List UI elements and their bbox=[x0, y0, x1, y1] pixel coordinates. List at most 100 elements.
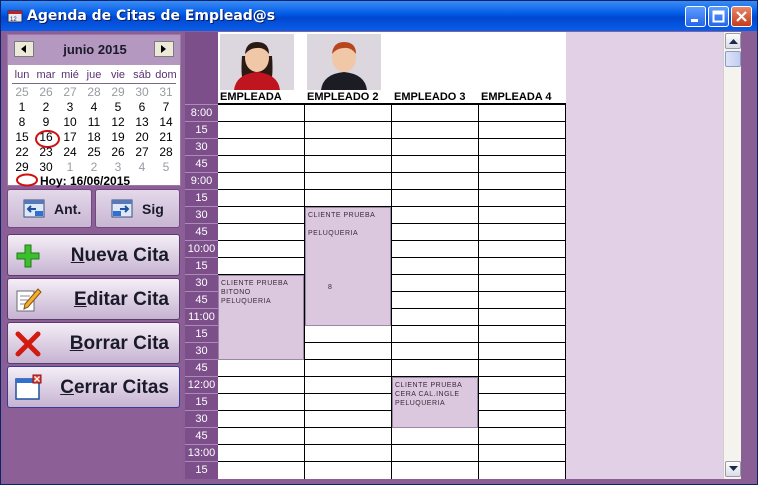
edit-appointment-button[interactable]: Editar Cita bbox=[7, 278, 180, 320]
appointment-block[interactable]: CLIENTE PRUEBA BITONO PELUQUERIA bbox=[218, 275, 304, 360]
calendar-day[interactable]: 29 bbox=[106, 85, 130, 100]
schedule-slot[interactable] bbox=[305, 325, 392, 342]
today-link[interactable]: Hoy: 16/06/2015 bbox=[16, 173, 130, 188]
employee-header[interactable]: EMPLEADA bbox=[218, 32, 305, 104]
schedule-slot[interactable] bbox=[305, 172, 392, 189]
schedule-slot[interactable] bbox=[218, 257, 305, 274]
calendar-day[interactable]: 25 bbox=[10, 85, 34, 100]
calendar-day-today[interactable]: 16 bbox=[34, 130, 60, 148]
schedule-slot[interactable] bbox=[392, 257, 479, 274]
schedule-slot[interactable] bbox=[392, 172, 479, 189]
schedule-slot[interactable] bbox=[392, 444, 479, 461]
schedule-slot[interactable] bbox=[479, 257, 566, 274]
schedule-slot[interactable] bbox=[479, 274, 566, 291]
schedule-slot[interactable] bbox=[218, 427, 305, 444]
schedule-slot[interactable] bbox=[479, 291, 566, 308]
schedule-slot[interactable] bbox=[392, 189, 479, 206]
calendar-day[interactable]: 12 bbox=[106, 115, 130, 130]
schedule-slot[interactable] bbox=[218, 189, 305, 206]
calendar-day[interactable]: 28 bbox=[154, 145, 178, 160]
close-button[interactable] bbox=[731, 6, 752, 27]
schedule-slot[interactable] bbox=[479, 444, 566, 461]
calendar-day[interactable]: 22 bbox=[10, 145, 34, 160]
employee-column[interactable]: EMPLEADO 3 CLIENTE PRUEBA CERA CAL.INGLE PE… bbox=[392, 32, 479, 479]
employee-column[interactable]: EMPLEADA CLIENTE PRUEBA BITONO PELUQUERIA bbox=[218, 32, 305, 479]
new-appointment-button[interactable]: Nueva Cita bbox=[7, 234, 180, 276]
schedule-slot[interactable] bbox=[392, 274, 479, 291]
schedule-slot[interactable] bbox=[218, 359, 305, 376]
calendar-day[interactable]: 31 bbox=[154, 85, 178, 100]
calendar-day[interactable]: 28 bbox=[82, 85, 106, 100]
next-day-button[interactable]: Sig bbox=[95, 189, 180, 228]
calendar-day[interactable]: 21 bbox=[154, 130, 178, 145]
schedule-slot[interactable] bbox=[305, 121, 392, 138]
schedule-slot[interactable] bbox=[218, 240, 305, 257]
schedule-slot[interactable] bbox=[479, 325, 566, 342]
calendar-day[interactable]: 15 bbox=[10, 130, 34, 145]
schedule-slot[interactable] bbox=[218, 223, 305, 240]
scroll-down-button[interactable] bbox=[725, 461, 741, 477]
delete-appointment-button[interactable]: Borrar Cita bbox=[7, 322, 180, 364]
schedule-slot[interactable] bbox=[218, 410, 305, 427]
schedule-slot[interactable] bbox=[479, 138, 566, 155]
employee-column[interactable]: EMPLEADA 4 bbox=[479, 32, 566, 479]
schedule-slot[interactable] bbox=[305, 155, 392, 172]
schedule-slot[interactable] bbox=[218, 461, 305, 478]
calendar-day[interactable]: 6 bbox=[130, 100, 154, 115]
schedule-slot[interactable] bbox=[305, 189, 392, 206]
appointment-block[interactable]: CLIENTE PRUEBA CERA CAL.INGLE PELUQUERIA bbox=[392, 377, 478, 428]
prev-month-button[interactable] bbox=[14, 41, 34, 57]
schedule-slot[interactable] bbox=[479, 240, 566, 257]
schedule-slot[interactable] bbox=[479, 189, 566, 206]
schedule-slot[interactable] bbox=[392, 138, 479, 155]
schedule-slot[interactable] bbox=[479, 104, 566, 121]
schedule-slot[interactable] bbox=[392, 325, 479, 342]
calendar-day[interactable]: 9 bbox=[34, 115, 58, 130]
calendar-day[interactable]: 27 bbox=[130, 145, 154, 160]
employee-column[interactable]: EMPLEADO 2 CLIENTE PRUEBA PELUQUERIA 8 bbox=[305, 32, 392, 479]
calendar-day[interactable]: 11 bbox=[82, 115, 106, 130]
minimize-button[interactable] bbox=[685, 6, 706, 27]
calendar-day[interactable]: 18 bbox=[82, 130, 106, 145]
schedule-slot[interactable] bbox=[305, 104, 392, 121]
schedule-slot[interactable] bbox=[392, 427, 479, 444]
schedule-slot[interactable] bbox=[479, 427, 566, 444]
schedule-slot[interactable] bbox=[218, 393, 305, 410]
calendar-day[interactable]: 24 bbox=[58, 145, 82, 160]
schedule-slot[interactable] bbox=[392, 206, 479, 223]
maximize-button[interactable] bbox=[708, 6, 729, 27]
calendar-day[interactable]: 5 bbox=[106, 100, 130, 115]
next-month-button[interactable] bbox=[154, 41, 174, 57]
schedule-slot[interactable] bbox=[305, 376, 392, 393]
calendar-day[interactable]: 23 bbox=[34, 145, 58, 160]
calendar-day[interactable]: 25 bbox=[82, 145, 106, 160]
calendar-day[interactable]: 14 bbox=[154, 115, 178, 130]
schedule-slot[interactable] bbox=[392, 291, 479, 308]
close-appointments-button[interactable]: Cerrar Citas bbox=[7, 366, 180, 408]
schedule-slot[interactable] bbox=[218, 376, 305, 393]
employee-header[interactable]: EMPLEADA 4 bbox=[479, 32, 566, 104]
schedule-slot[interactable] bbox=[479, 121, 566, 138]
schedule-slot[interactable] bbox=[479, 155, 566, 172]
schedule-slot[interactable] bbox=[305, 461, 392, 478]
schedule-slot[interactable] bbox=[392, 461, 479, 478]
schedule-slot[interactable] bbox=[305, 444, 392, 461]
calendar-day[interactable]: 19 bbox=[106, 130, 130, 145]
calendar-day[interactable]: 5 bbox=[154, 160, 178, 175]
schedule-slot[interactable] bbox=[479, 223, 566, 240]
schedule-slot[interactable] bbox=[218, 444, 305, 461]
schedule-slot[interactable] bbox=[305, 359, 392, 376]
schedule-slot[interactable] bbox=[392, 155, 479, 172]
calendar-day[interactable]: 13 bbox=[130, 115, 154, 130]
schedule-slot[interactable] bbox=[218, 138, 305, 155]
schedule-slot[interactable] bbox=[392, 308, 479, 325]
schedule-slot[interactable] bbox=[479, 206, 566, 223]
vertical-scrollbar[interactable] bbox=[723, 32, 741, 479]
month-calendar[interactable]: junio 2015 lun mar mié jue vie sáb dom 25 26 27 2… bbox=[7, 34, 181, 188]
schedule-slot[interactable] bbox=[218, 206, 305, 223]
calendar-day[interactable]: 30 bbox=[130, 85, 154, 100]
appointment-block[interactable]: CLIENTE PRUEBA PELUQUERIA 8 bbox=[305, 207, 391, 326]
calendar-day[interactable]: 10 bbox=[58, 115, 82, 130]
schedule-slot[interactable] bbox=[392, 121, 479, 138]
schedule-slot[interactable] bbox=[392, 342, 479, 359]
